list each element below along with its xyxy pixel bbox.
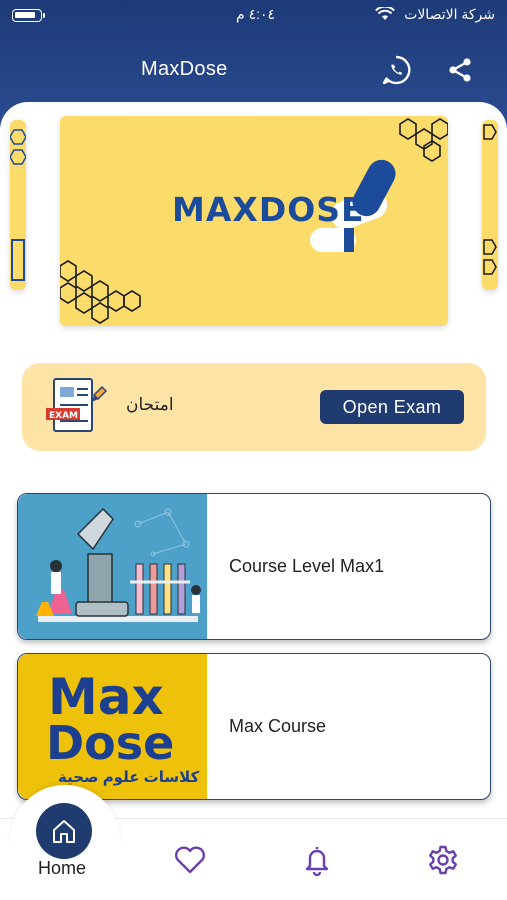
home-content: MAXDOSE EXAM امتحان Open Exam Course Lev… (0, 102, 507, 822)
battery-icon (12, 9, 45, 22)
banner-slide-next[interactable] (482, 120, 498, 290)
heart-icon[interactable] (173, 843, 207, 877)
course-thumbnail: Max Dose كلاسات علوم صحية (18, 654, 207, 799)
home-tab-label[interactable]: Home (38, 858, 86, 879)
lab-illustration-icon (36, 507, 201, 622)
home-icon[interactable] (36, 803, 92, 859)
whatsapp-icon[interactable] (378, 52, 414, 88)
app-title: MaxDose (141, 58, 228, 80)
settings-icon[interactable] (426, 843, 460, 877)
course-thumbnail (18, 494, 207, 639)
wifi-icon (375, 5, 395, 24)
open-exam-button[interactable]: Open Exam (320, 390, 464, 424)
banner-carousel[interactable]: MAXDOSE (0, 112, 507, 327)
exam-card[interactable]: EXAM امتحان Open Exam (22, 363, 486, 451)
banner-slide[interactable]: MAXDOSE (60, 116, 448, 326)
exam-icon: EXAM (44, 375, 108, 439)
banner-slide-prev[interactable] (10, 120, 26, 290)
course-title: Max Course (229, 716, 327, 736)
status-bar: ٤:٠٤ م شركة الاتصالات (0, 0, 507, 34)
svg-text:EXAM: EXAM (49, 411, 78, 421)
banner-brand-text: MAXDOSE (172, 190, 365, 229)
thumb-caption: كلاسات علوم صحية (58, 769, 200, 786)
course-card[interactable]: Course Level Max1 (17, 493, 491, 640)
thumb-logo-dose: Dose (46, 716, 175, 770)
bell-icon[interactable] (300, 843, 334, 877)
course-title: Course Level Max1 (229, 556, 385, 576)
status-time: ٤:٠٤ م (236, 6, 276, 22)
carrier-name: شركة الاتصالات (404, 6, 495, 22)
share-icon[interactable] (442, 52, 478, 88)
exam-label: امتحان (126, 395, 174, 414)
course-card[interactable]: Max Dose كلاسات علوم صحية Max Course (17, 653, 491, 800)
